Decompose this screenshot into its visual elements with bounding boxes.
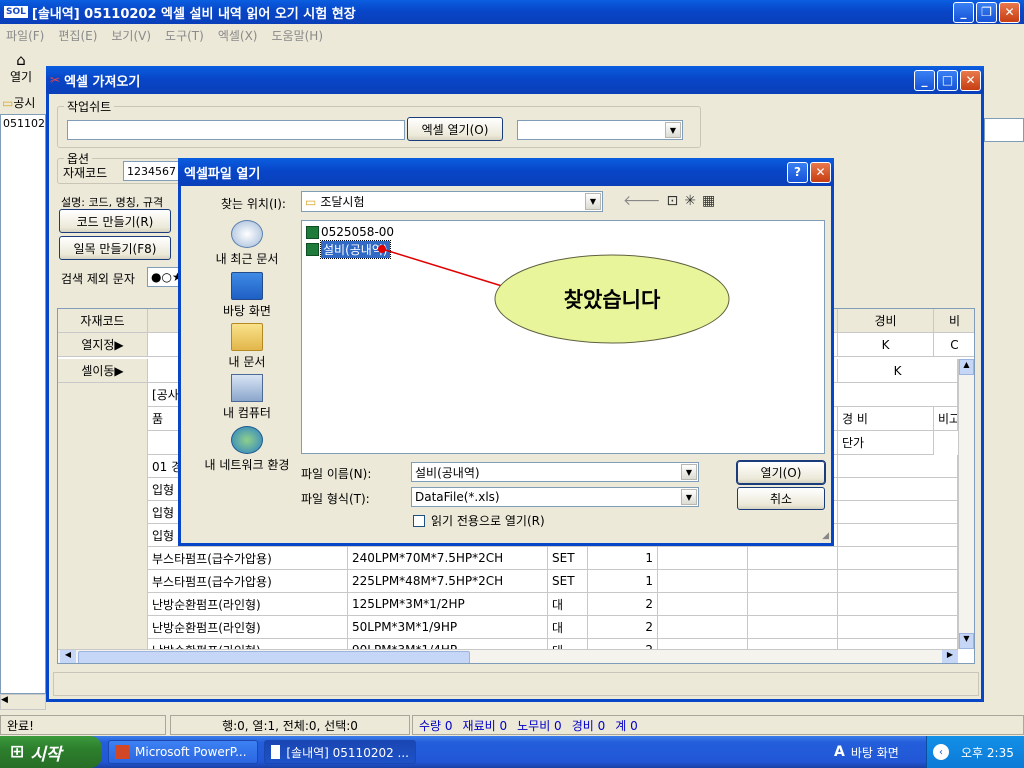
- windows-logo-icon: ⊞: [10, 742, 25, 762]
- powerpoint-icon: [115, 745, 129, 759]
- status-bar: 완료! 행:0, 열:1, 전체:0, 선택:0 수량 0 재료비 0 노무비 …: [0, 715, 1024, 736]
- taskbar-item-powerpoint[interactable]: Microsoft PowerP...: [108, 740, 258, 764]
- annotation-text: 찾았습니다: [564, 287, 661, 312]
- status-labor: 노무비 0: [517, 718, 562, 733]
- status-position: 행:0, 열:1, 전체:0, 선택:0: [170, 715, 410, 735]
- start-button[interactable]: ⊞ 시작: [0, 736, 102, 768]
- taskbar-item-label: Microsoft PowerP...: [135, 745, 247, 759]
- taskbar-item-label: [솔내역] 05110202 ...: [286, 745, 409, 760]
- system-tray: ‹ 오후 2:35: [926, 736, 1024, 768]
- chevron-left-icon[interactable]: ‹: [933, 744, 949, 760]
- annotation-dot: [378, 245, 386, 253]
- clock[interactable]: 오후 2:35: [961, 744, 1014, 761]
- taskbar-item-sol[interactable]: [솔내역] 05110202 ...: [264, 740, 416, 764]
- tray-left: A 바탕 화면: [834, 736, 899, 768]
- annotation-overlay: 찾았습니다: [378, 245, 730, 344]
- sol-app-icon: [271, 745, 281, 759]
- status-expense: 경비 0: [571, 718, 606, 733]
- status-material: 재료비 0: [462, 718, 508, 733]
- status-qty: 수량 0: [419, 718, 453, 733]
- status-ready: 완료!: [0, 715, 166, 735]
- status-total: 계 0: [615, 718, 638, 733]
- tray-desktop-toolbar[interactable]: 바탕 화면: [851, 744, 899, 761]
- annotation-line: [381, 248, 503, 287]
- language-indicator[interactable]: A: [834, 744, 845, 760]
- status-summary: 수량 0 재료비 0 노무비 0 경비 0 계 0: [412, 715, 1024, 735]
- taskbar: ⊞ 시작 Microsoft PowerP... [솔내역] 05110202 …: [0, 736, 1024, 768]
- start-label: 시작: [30, 744, 62, 765]
